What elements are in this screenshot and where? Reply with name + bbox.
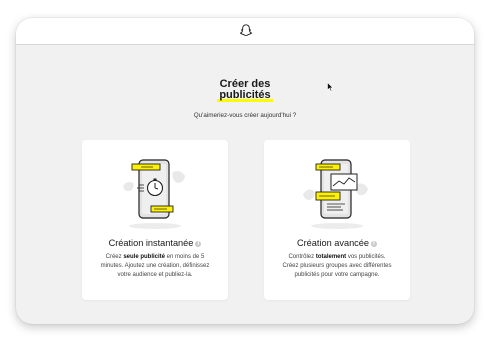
phone-ads-chart-icon [303,159,368,229]
advanced-creation-title: Création avancée i [264,238,410,248]
advanced-desc-before: Contrôlez [288,254,316,260]
advanced-creation-card[interactable]: Création avancée i Contrôlez totalement v… [264,140,410,300]
info-icon[interactable]: i [371,241,377,247]
snapchat-ghost-icon[interactable] [239,23,253,38]
instant-desc-before: Créez [105,254,124,260]
instant-creation-title: Création instantanée i [82,238,228,248]
page-title: Créer des publicités [16,79,474,102]
instant-creation-title-text: Création instantanée [108,238,194,248]
instant-creation-description: Créez seule publicité en moins de 5 minu… [98,253,212,279]
app-window: Créer des publicités Qu'aimeriez-vous cr… [16,18,474,324]
page-subtitle: Qu'aimeriez-vous créer aujourd'hui ? [193,112,297,119]
page-title-line-2: publicités [217,89,273,102]
advanced-creation-description: Contrôlez totalement vos publicités. Cré… [280,253,394,279]
page-title-line-2-text: publicités [219,89,271,101]
instant-creation-card[interactable]: Création instantanée i Créez seule public… [82,140,228,300]
info-icon[interactable]: i [195,241,202,247]
advanced-desc-bold: totalement [315,254,347,260]
phone-stopwatch-icon [123,159,185,229]
advanced-creation-title-text: Création avancée [296,238,369,248]
top-bar [16,18,474,45]
instant-desc-bold: seule publicité [123,254,165,260]
